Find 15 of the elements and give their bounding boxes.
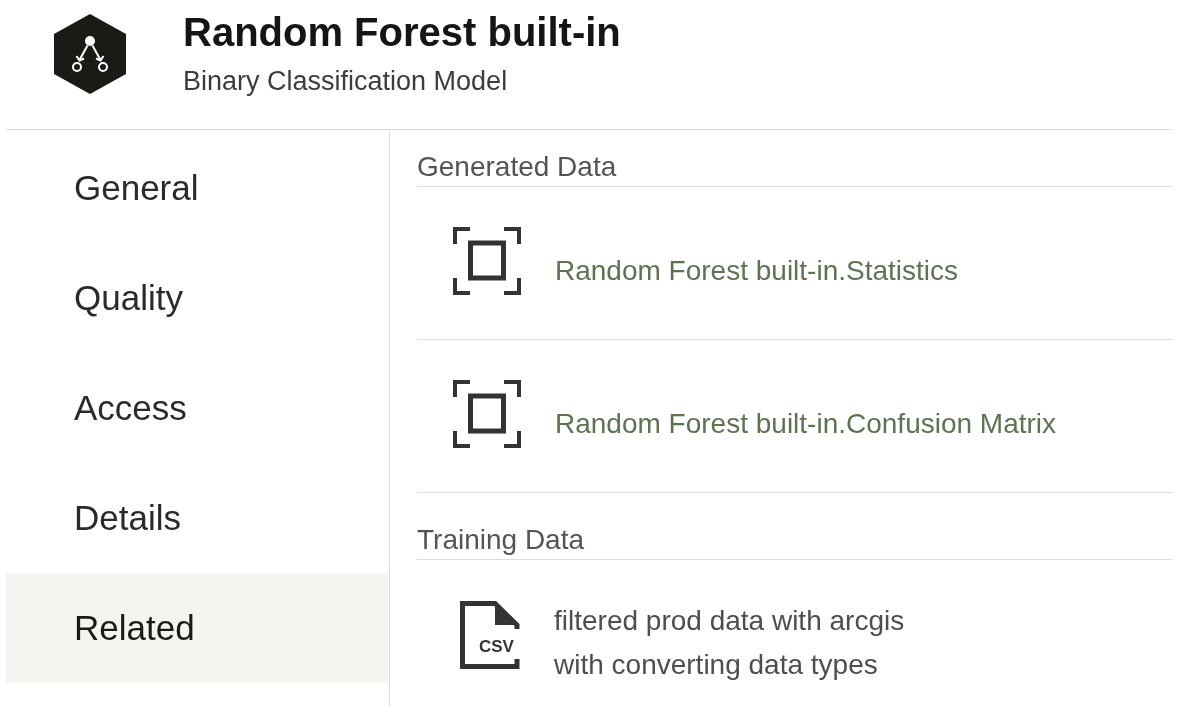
dataset-name: filtered prod data with arcgis with converting data types xyxy=(554,604,906,682)
hexagon-tree-icon xyxy=(54,14,126,94)
sidebar-item[interactable]: Related xyxy=(6,573,388,683)
model-title: Random Forest built-in xyxy=(183,9,621,55)
section-heading: Training Data xyxy=(417,524,585,556)
section-heading: Generated Data xyxy=(417,151,617,183)
model-subtitle: Binary Classification Model xyxy=(183,65,508,97)
square-frame-icon xyxy=(453,380,521,448)
sidebar-item[interactable]: Access xyxy=(6,353,388,463)
dataset-link[interactable]: Random Forest built-in.Confusion Matrix xyxy=(555,407,1057,441)
square-frame-icon xyxy=(453,227,521,295)
sidebar-item[interactable]: Details xyxy=(6,463,388,573)
dataset-link[interactable]: Random Forest built-in.Statistics xyxy=(555,254,959,288)
sidebar-item[interactable]: General xyxy=(6,133,388,243)
sidebar-item[interactable]: Quality xyxy=(6,243,388,353)
